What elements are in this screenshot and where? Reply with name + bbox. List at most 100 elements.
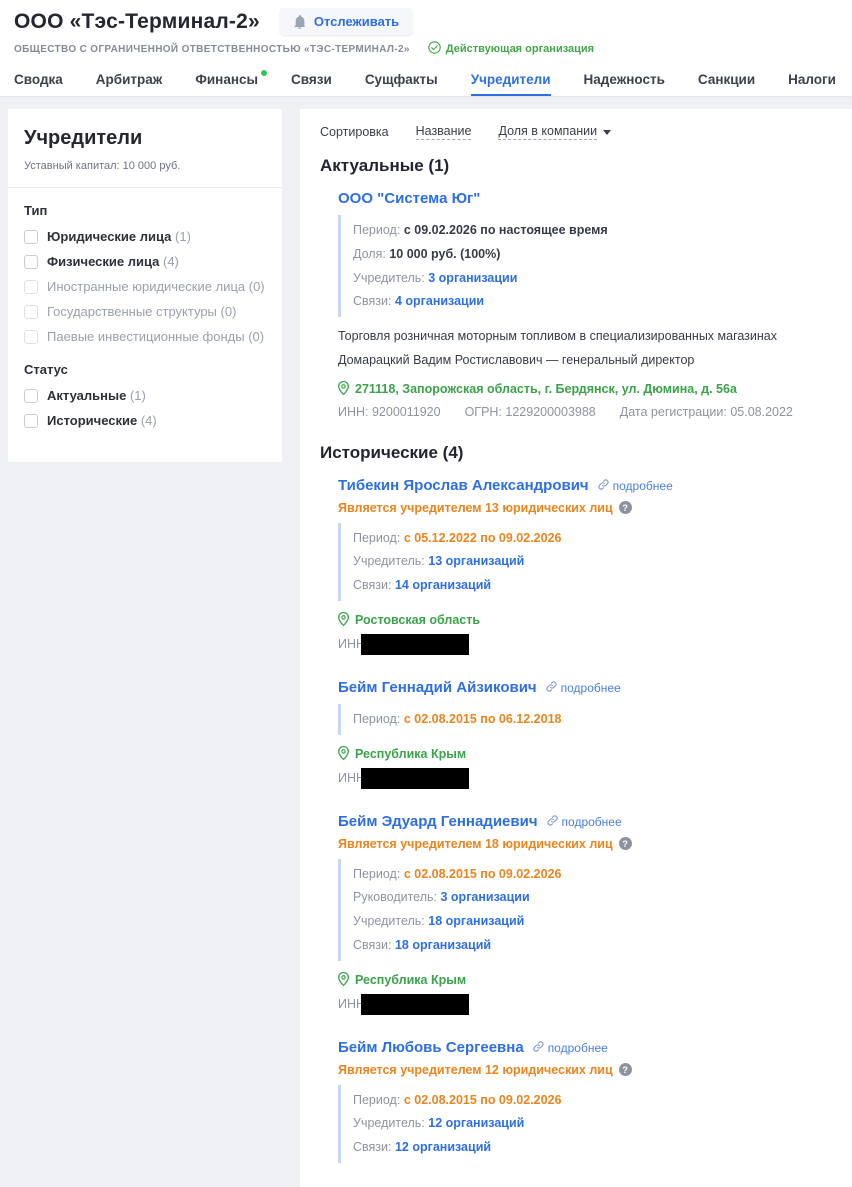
checkbox-icon[interactable] — [24, 414, 38, 428]
founder-name-link[interactable]: Бейм Любовь Сергеевна — [338, 1039, 524, 1056]
filter-government-structures: Государственные структуры (0) — [24, 304, 266, 319]
founder-of-link[interactable]: 13 организаций — [428, 554, 524, 568]
founder-inn: ИНН — [338, 634, 832, 655]
details-link-label: подробнее — [613, 479, 673, 493]
tab-sanktsii[interactable]: Санкции — [698, 65, 755, 96]
founder-entry-historical-4: Бейм Любовь Сергеевна подробнее Является… — [338, 1039, 832, 1163]
link-icon — [546, 681, 557, 695]
founder-of-label: Учредитель: — [353, 1116, 425, 1130]
founder-name-link[interactable]: Бейм Геннадий Айзикович — [338, 679, 537, 696]
filter-label: Юридические лица — [47, 229, 171, 244]
founder-region-text: Республика Крым — [355, 747, 466, 761]
tab-svodka[interactable]: Сводка — [14, 65, 63, 96]
founder-region-text: Республика Крым — [355, 973, 466, 987]
info-icon[interactable]: ? — [619, 837, 632, 850]
check-circle-icon — [428, 41, 441, 57]
redacted-inn-box — [361, 994, 469, 1015]
filter-historical[interactable]: Исторические (4) — [24, 413, 266, 428]
sort-by-name[interactable]: Название — [416, 124, 472, 140]
tab-suschfakty[interactable]: Сущфакты — [365, 65, 438, 96]
checkbox-icon[interactable] — [24, 230, 38, 244]
filter-count: (0) — [221, 304, 237, 319]
connections-link[interactable]: 14 организаций — [395, 578, 491, 592]
link-icon — [547, 815, 558, 829]
founder-entry-historical-2: Бейм Геннадий Айзикович подробнее Период… — [338, 679, 832, 789]
founder-of-label: Учредитель: — [353, 914, 425, 928]
filter-legal-entities[interactable]: Юридические лица (1) — [24, 229, 266, 244]
connections-link[interactable]: 4 организации — [395, 294, 484, 308]
founder-inn: ИНН — [338, 768, 832, 789]
company-reg-date: Дата регистрации: 05.08.2022 — [620, 405, 793, 419]
founder-name-link[interactable]: ООО "Система Юг" — [338, 190, 480, 207]
tab-uchrediteli[interactable]: Учредители — [471, 65, 551, 96]
share-label: Доля: — [353, 247, 386, 261]
connections-label: Связи: — [353, 294, 391, 308]
filter-count: (1) — [130, 388, 146, 403]
sort-by-share[interactable]: Доля в компании — [498, 124, 611, 140]
founder-of-label: Учредитель: — [353, 554, 425, 568]
founder-region-text: Ростовская область — [355, 613, 480, 627]
period-label: Период: — [353, 712, 400, 726]
founder-note: Является учредителем 13 юридических лиц … — [338, 501, 832, 515]
filter-label: Физические лица — [47, 254, 159, 269]
manager-of-link[interactable]: 3 организации — [441, 890, 530, 904]
connections-label: Связи: — [353, 938, 391, 952]
details-link[interactable]: подробнее — [546, 681, 621, 695]
info-icon[interactable]: ? — [619, 1063, 632, 1076]
new-indicator-dot — [261, 70, 267, 76]
tab-nadezhnost[interactable]: Надежность — [584, 65, 665, 96]
company-ogrn: ОГРН: 1229200003988 — [465, 405, 596, 419]
founder-note-text: Является учредителем 13 юридических лиц — [338, 501, 613, 515]
sort-by-share-label: Доля в компании — [498, 124, 597, 140]
tab-arbitrazh[interactable]: Арбитраж — [96, 65, 163, 96]
founder-of-label: Учредитель: — [353, 271, 425, 285]
details-link[interactable]: подробнее — [533, 1041, 608, 1055]
company-address-text[interactable]: 271118, Запорожская область, г. Бердянск… — [355, 382, 737, 396]
company-meta: ИНН: 9200011920 ОГРН: 1229200003988 Дата… — [338, 405, 832, 419]
connections-link[interactable]: 12 организаций — [395, 1140, 491, 1154]
filter-investment-funds: Паевые инвестиционные фонды (0) — [24, 329, 266, 344]
redacted-inn-box — [361, 634, 469, 655]
tab-svyazi[interactable]: Связи — [291, 65, 332, 96]
founder-name-link[interactable]: Бейм Эдуард Геннадиевич — [338, 813, 538, 830]
founder-region: Ростовская область — [338, 612, 832, 629]
link-icon — [533, 1041, 544, 1055]
status-badge-label: Действующая организация — [446, 43, 594, 55]
founder-entry-historical-1: Тибекин Ярослав Александрович подробнее … — [338, 477, 832, 655]
info-icon[interactable]: ? — [619, 501, 632, 514]
filter-group-type-title: Тип — [24, 203, 266, 218]
details-link-label: подробнее — [562, 815, 622, 829]
checkbox-icon[interactable] — [24, 255, 38, 269]
tab-finansy[interactable]: Финансы — [195, 65, 258, 96]
checkbox-icon[interactable] — [24, 389, 38, 403]
connections-link[interactable]: 18 организаций — [395, 938, 491, 952]
period-block: Период: с 02.08.2015 по 09.02.2026 Руков… — [338, 859, 832, 961]
filter-individuals[interactable]: Физические лица (4) — [24, 254, 266, 269]
details-link[interactable]: подробнее — [598, 479, 673, 493]
company-director: Домарацкий Вадим Ростиславович — генерал… — [338, 351, 832, 370]
founder-of-link[interactable]: 12 организаций — [428, 1116, 524, 1130]
filter-actual[interactable]: Актуальные (1) — [24, 388, 266, 403]
founder-note: Является учредителем 18 юридических лиц … — [338, 837, 832, 851]
founder-of-link[interactable]: 18 организаций — [428, 914, 524, 928]
link-icon — [598, 479, 609, 493]
tab-finansy-label: Финансы — [195, 72, 258, 87]
details-link-label: подробнее — [548, 1041, 608, 1055]
redacted-inn-box — [361, 768, 469, 789]
period-value: с 02.08.2015 по 06.12.2018 — [404, 712, 562, 726]
bell-icon — [293, 15, 306, 29]
section-actual-heading: Актуальные (1) — [320, 156, 832, 176]
details-link[interactable]: подробнее — [547, 815, 622, 829]
period-value: с 09.02.2026 по настоящее время — [404, 223, 608, 237]
founder-of-link[interactable]: 3 организации — [428, 271, 517, 285]
location-pin-icon — [338, 972, 349, 989]
period-value: с 05.12.2022 по 09.02.2026 — [404, 531, 562, 545]
filter-label: Исторические — [47, 413, 137, 428]
divider — [8, 187, 282, 188]
founder-entry-actual: ООО "Система Юг" Период: с 09.02.2026 по… — [338, 190, 832, 419]
details-link-label: подробнее — [561, 681, 621, 695]
founder-name-link[interactable]: Тибекин Ярослав Александрович — [338, 477, 589, 494]
follow-button[interactable]: Отслеживать — [280, 8, 412, 35]
filter-label: Актуальные — [47, 388, 126, 403]
tab-nalogi[interactable]: Налоги — [788, 65, 836, 96]
